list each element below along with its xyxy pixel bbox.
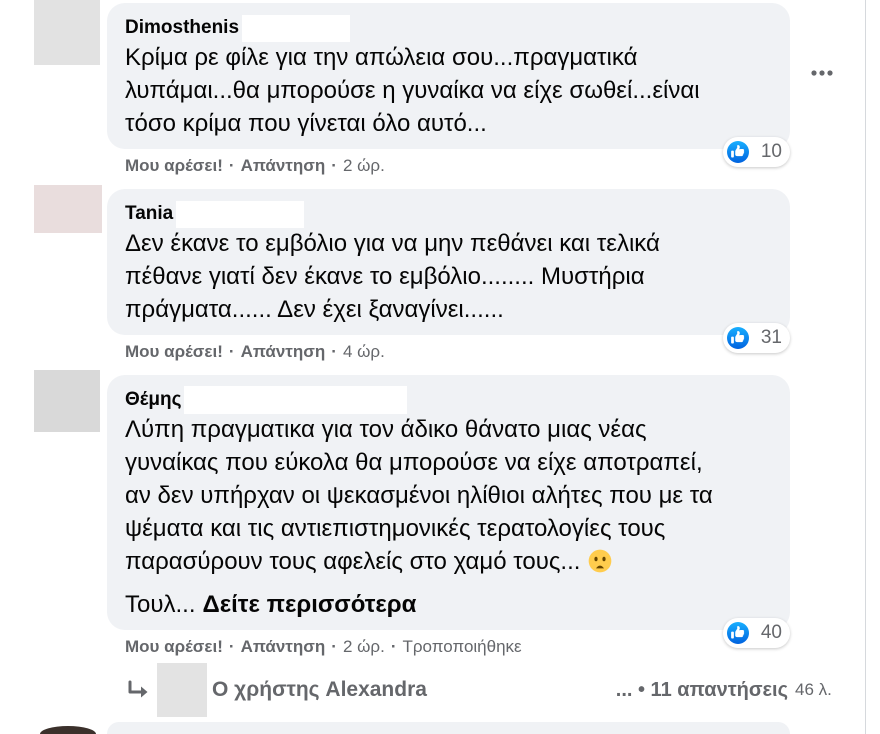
reaction-count-pill[interactable]: 31 bbox=[722, 323, 790, 353]
comment-actions: Μου αρέσει! · Απάντηση · 2 ώρ. · Τροποπο… bbox=[107, 637, 790, 657]
reply-button[interactable]: Απάντηση bbox=[241, 156, 326, 176]
see-more-link[interactable]: Δείτε περισσότερα bbox=[203, 591, 417, 618]
comment-text-line: Κρίμα ρε φίλε για την απώλεια σου...πραγ… bbox=[125, 44, 638, 71]
like-icon bbox=[726, 327, 749, 349]
comment-text: παρασύρουν τους αφελείς στο χαμό τους... bbox=[125, 548, 581, 575]
comment-text-line: λυπάμαι...θα μπορούσε η γυναίκα να είχε … bbox=[125, 77, 700, 104]
comment-text-line: αν δεν υπήρχαν οι ψεκασμένοι ηλίθιοι αλή… bbox=[125, 482, 713, 509]
reaction-count-pill[interactable]: 40 bbox=[722, 618, 790, 648]
separator-dot: · bbox=[331, 156, 337, 175]
separator-dot: · bbox=[331, 342, 337, 361]
comments-section: Dimosthenis Κρίμα ρε φίλε για την απώλει… bbox=[0, 0, 880, 734]
reaction-count: 40 bbox=[760, 622, 782, 643]
redacted-surname bbox=[176, 200, 305, 228]
comment-bubble: Tania Δεν έκανε το εμβόλιο για να μην πε… bbox=[107, 189, 790, 353]
comment-actions: Μου αρέσει! · Απάντηση · 2 ώρ. bbox=[107, 156, 790, 176]
separator-dot: · bbox=[228, 156, 235, 175]
comment-text-line: Δεν έκανε το εμβόλιο για να μην πεθάνει … bbox=[125, 230, 660, 257]
edited-label[interactable]: Τροποποιήθηκε bbox=[402, 637, 521, 657]
separator-dot: · bbox=[390, 637, 397, 656]
comment-truncated-line: Τουλ... Δείτε περισσότερα bbox=[125, 588, 772, 621]
comment-text-line: τόσο κρίμα που γίνεται όλο αυτό... bbox=[125, 110, 487, 137]
comment-avatar[interactable] bbox=[34, 0, 100, 65]
comment-text-line: Λύπη πραγματικα για τον άδικο θάνατο μια… bbox=[125, 416, 647, 443]
comment-author-row: Θέμης bbox=[125, 386, 772, 414]
comment-timestamp[interactable]: 4 ώρ. bbox=[343, 342, 385, 362]
reaction-count: 31 bbox=[760, 327, 782, 348]
next-comment-avatar[interactable] bbox=[40, 726, 96, 734]
comment-text-line: πέθανε γιατί δεν έκανε το εμβόλιο.......… bbox=[125, 263, 645, 290]
comment-text-line: γυναίκας που εύκολα θα μπορούσε να είχε … bbox=[125, 449, 703, 476]
comment-text-line: ψέματα και τις αντιεπιστημονικές τερατολ… bbox=[125, 515, 666, 542]
reply-button[interactable]: Απάντηση bbox=[241, 342, 326, 362]
comment-text-line: πράγματα...... Δεν έχει ξαναγίνει...... bbox=[125, 296, 504, 323]
reply-age: 46 λ. bbox=[795, 680, 832, 699]
reaction-count-pill[interactable]: 10 bbox=[722, 137, 790, 167]
comment-author[interactable]: Dimosthenis bbox=[125, 15, 239, 41]
comment-text-line-with-emoji: παρασύρουν τους αφελείς στο χαμό τους... bbox=[125, 545, 772, 578]
comment-actions: Μου αρέσει! · Απάντηση · 4 ώρ. bbox=[107, 342, 790, 362]
redacted-surname bbox=[184, 386, 408, 414]
comment-tania: Tania Δεν έκανε το εμβόλιο για να μην πε… bbox=[107, 189, 790, 362]
like-button[interactable]: Μου αρέσει! bbox=[125, 637, 223, 657]
next-comment-bubble bbox=[107, 722, 790, 734]
comment-author[interactable]: Tania bbox=[125, 201, 173, 227]
comment-dimosthenis: Dimosthenis Κρίμα ρε φίλε για την απώλει… bbox=[107, 3, 790, 176]
comment-text-truncated: Τουλ... bbox=[125, 591, 196, 618]
like-button[interactable]: Μου αρέσει! bbox=[125, 342, 223, 362]
comment-author-row: Tania bbox=[125, 200, 772, 228]
comment-author[interactable]: Θέμης bbox=[125, 387, 181, 413]
reaction-count: 10 bbox=[760, 141, 782, 162]
more-options-icon[interactable] bbox=[810, 69, 834, 77]
comment-timestamp[interactable]: 2 ώρ. bbox=[343, 156, 385, 176]
comment-themis: Θέμης Λύπη πραγματικα για τον άδικο θάνα… bbox=[107, 375, 790, 657]
reply-button[interactable]: Απάντηση bbox=[241, 637, 326, 657]
reply-summary-author[interactable]: Ο χρήστης Alexandra bbox=[212, 676, 427, 704]
scrollbar-track[interactable] bbox=[865, 0, 866, 734]
reply-arrow-icon bbox=[126, 680, 150, 700]
redacted-surname bbox=[242, 14, 351, 42]
reply-avatar[interactable] bbox=[157, 663, 207, 717]
like-icon bbox=[726, 622, 749, 644]
comment-bubble: Θέμης Λύπη πραγματικα για τον άδικο θάνα… bbox=[107, 375, 790, 648]
reply-count-link[interactable]: ... • 11 απαντήσεις bbox=[616, 677, 788, 703]
like-button[interactable]: Μου αρέσει! bbox=[125, 156, 223, 176]
like-icon bbox=[726, 141, 749, 163]
separator-dot: · bbox=[228, 637, 235, 656]
separator-dot: · bbox=[228, 342, 235, 361]
separator-dot: · bbox=[331, 637, 337, 656]
comment-author-row: Dimosthenis bbox=[125, 14, 772, 42]
comment-bubble: Dimosthenis Κρίμα ρε φίλε για την απώλει… bbox=[107, 3, 790, 167]
comment-avatar[interactable] bbox=[34, 370, 100, 432]
comment-timestamp[interactable]: 2 ώρ. bbox=[343, 637, 385, 657]
frowning-face-emoji bbox=[588, 549, 612, 573]
comment-avatar[interactable] bbox=[34, 185, 102, 233]
